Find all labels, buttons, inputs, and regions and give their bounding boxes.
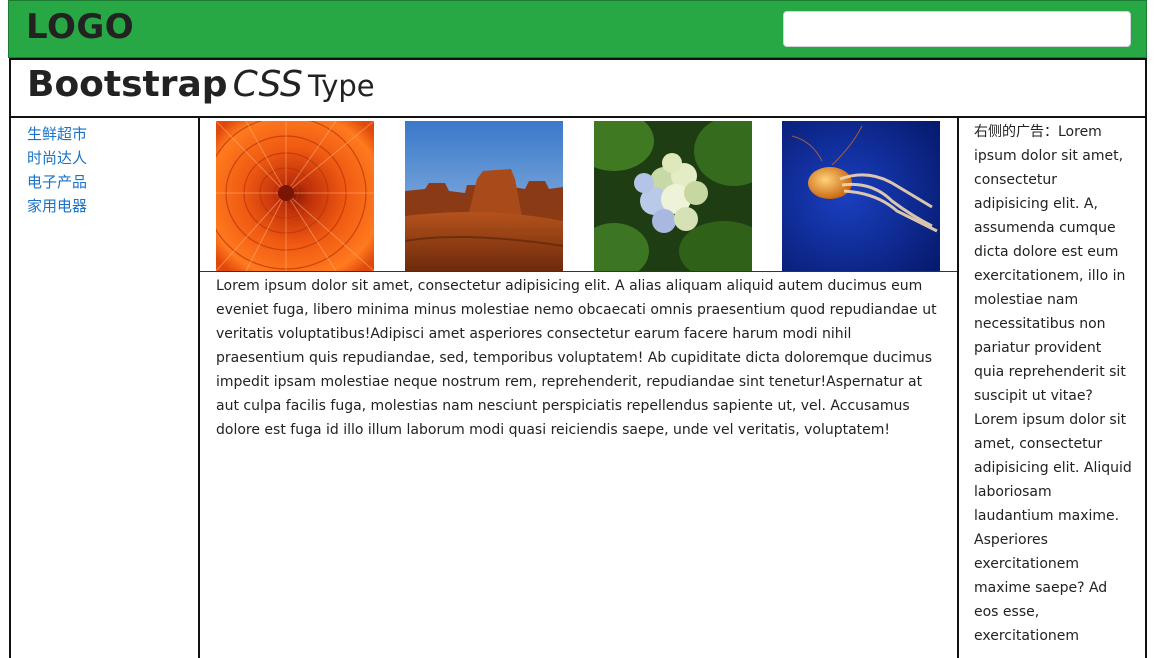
page-title-bold: Bootstrap <box>27 64 228 105</box>
article-text: Lorem ipsum dolor sit amet, consectetur … <box>216 278 937 438</box>
image-gallery <box>200 118 957 272</box>
page-title: Bootstrap CSS Type <box>27 64 375 105</box>
main-content: Lorem ipsum dolor sit amet, consectetur … <box>200 118 957 658</box>
gallery-image-hydrangea[interactable] <box>594 121 752 271</box>
gallery-image-jellyfish[interactable] <box>782 121 940 271</box>
logo[interactable]: LOGO <box>26 7 134 47</box>
page-title-small: Type <box>308 69 375 103</box>
nav-item-fashion[interactable]: 时尚达人 <box>27 146 87 170</box>
title-banner: Bootstrap CSS Type <box>9 58 1147 118</box>
page-title-italic: CSS <box>232 64 303 105</box>
sidebar-ad-text: 右侧的广告：Lorem ipsum dolor sit amet, consec… <box>974 124 1132 644</box>
search-input[interactable] <box>783 11 1131 47</box>
right-sidebar: 右侧的广告：Lorem ipsum dolor sit amet, consec… <box>957 118 1147 658</box>
nav-item-fresh-market[interactable]: 生鲜超市 <box>27 122 87 146</box>
gallery-image-desert[interactable] <box>405 121 563 271</box>
nav-item-home-appliances[interactable]: 家用电器 <box>27 194 87 218</box>
category-nav: 生鲜超市 时尚达人 电子产品 家用电器 <box>27 122 87 218</box>
gallery-image-chrysanthemum[interactable] <box>216 121 374 271</box>
nav-item-electronics[interactable]: 电子产品 <box>27 170 87 194</box>
left-sidebar: 生鲜超市 时尚达人 电子产品 家用电器 <box>9 118 200 658</box>
top-navbar: LOGO <box>8 0 1147 58</box>
